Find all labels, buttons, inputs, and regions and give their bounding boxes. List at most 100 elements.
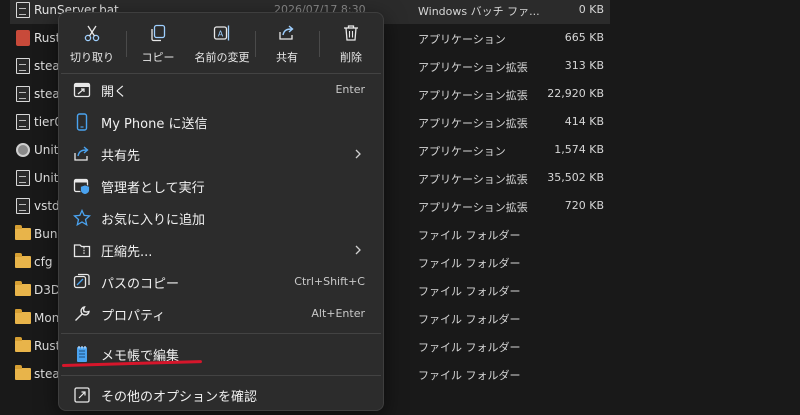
file-name: Mon <box>34 311 60 325</box>
chevron-right-icon <box>355 149 361 159</box>
menu-item-share-to[interactable]: 共有先 <box>63 139 379 169</box>
menu-item-send-to-phone[interactable]: My Phone に送信 <box>63 107 379 137</box>
menu-item-run-as-admin[interactable]: 管理者として実行 <box>63 171 379 201</box>
file-type: ファイル フォルダー <box>418 285 521 298</box>
menu-item-label: パスのコピー <box>101 277 180 292</box>
delete-label: 削除 <box>340 51 362 64</box>
file-name: stea <box>34 367 60 381</box>
copy-label: コピー <box>141 51 175 64</box>
file-size: 22,920 KB <box>547 87 604 100</box>
context-menu: 切り取り コピー A 名前の変更 共有 削除 開く Enter My Phone… <box>58 12 384 411</box>
rust-app-icon <box>16 30 30 46</box>
dll-file-icon <box>16 170 30 186</box>
dll-file-icon <box>16 198 30 214</box>
chevron-right-icon <box>355 245 361 255</box>
divider <box>61 333 381 334</box>
unity-app-icon <box>16 143 30 157</box>
file-name: Unit <box>34 171 59 185</box>
menu-item-label: 開く <box>101 85 128 100</box>
file-type: ファイル フォルダー <box>418 369 521 382</box>
file-name: D3D <box>34 283 61 297</box>
file-type: Windows バッチ ファ... <box>418 5 540 18</box>
file-size: 665 KB <box>564 31 604 44</box>
divider <box>61 375 381 376</box>
folder-icon <box>15 309 31 324</box>
file-type: ファイル フォルダー <box>418 341 521 354</box>
notepad-icon <box>77 346 87 362</box>
file-type: ファイル フォルダー <box>418 229 521 242</box>
file-size: 0 KB <box>578 3 604 16</box>
file-type: アプリケーション拡張 <box>418 201 528 214</box>
share-button[interactable]: 共有 <box>256 19 318 69</box>
menu-item-label: お気に入りに追加 <box>101 213 206 228</box>
cut-label: 切り取り <box>70 51 114 64</box>
file-name: stea <box>34 87 60 101</box>
file-size: 313 KB <box>564 59 604 72</box>
copy-icon <box>151 24 166 42</box>
menu-item-add-favorite[interactable]: お気に入りに追加 <box>63 203 379 233</box>
dll-file-icon <box>16 114 30 130</box>
menu-item-label: その他のオプションを確認 <box>101 390 258 405</box>
folder-icon <box>15 337 31 352</box>
rename-icon: A <box>213 25 230 41</box>
file-name: Unit <box>34 143 59 157</box>
file-type: アプリケーション <box>418 145 506 158</box>
menu-item-more-options[interactable]: その他のオプションを確認 <box>63 380 379 410</box>
file-type: アプリケーション <box>418 33 506 46</box>
file-type: アプリケーション拡張 <box>418 61 528 74</box>
file-name: Rust <box>34 31 61 45</box>
dll-file-icon <box>16 86 30 102</box>
file-type: ファイル フォルダー <box>418 313 521 326</box>
copy-button[interactable]: コピー <box>127 19 189 69</box>
svg-text:A: A <box>218 30 224 39</box>
open-window-icon <box>73 82 91 98</box>
menu-item-shortcut: Ctrl+Shift+C <box>294 275 365 288</box>
folder-icon <box>15 281 31 296</box>
zip-folder-icon <box>73 244 91 258</box>
file-type: アプリケーション拡張 <box>418 173 528 186</box>
file-size: 35,502 KB <box>547 171 604 184</box>
share-label: 共有 <box>276 51 298 64</box>
trash-icon <box>344 25 358 41</box>
file-type: アプリケーション拡張 <box>418 117 528 130</box>
file-size: 1,574 KB <box>554 143 604 156</box>
shield-admin-icon <box>73 178 90 195</box>
menu-item-open[interactable]: 開く Enter <box>63 75 379 105</box>
menu-item-label: 圧縮先... <box>101 245 153 260</box>
file-size: 720 KB <box>564 199 604 212</box>
menu-item-shortcut: Alt+Enter <box>311 307 365 320</box>
folder-icon <box>15 253 31 268</box>
menu-item-label: 共有先 <box>101 149 141 164</box>
menu-item-properties[interactable]: プロパティ Alt+Enter <box>63 299 379 329</box>
phone-icon <box>76 113 88 131</box>
file-name: Bun <box>34 227 58 241</box>
file-name: cfg <box>34 255 53 269</box>
file-size: 414 KB <box>564 115 604 128</box>
menu-item-shortcut: Enter <box>335 83 365 96</box>
copy-path-icon <box>73 273 90 289</box>
rename-label: 名前の変更 <box>194 51 250 64</box>
menu-item-label: My Phone に送信 <box>101 117 208 132</box>
share-icon <box>279 25 294 40</box>
scissors-icon <box>84 25 100 42</box>
folder-icon <box>15 225 31 240</box>
menu-item-copy-path[interactable]: パスのコピー Ctrl+Shift+C <box>63 267 379 297</box>
wrench-icon <box>75 306 90 321</box>
quick-action-bar: 切り取り コピー A 名前の変更 共有 削除 <box>59 13 383 71</box>
delete-button[interactable]: 削除 <box>320 19 382 69</box>
folder-icon <box>15 365 31 380</box>
file-name: vstd <box>34 199 60 213</box>
file-type: アプリケーション拡張 <box>418 89 528 102</box>
menu-item-label: 管理者として実行 <box>101 181 205 196</box>
rename-button[interactable]: A 名前の変更 <box>191 19 253 69</box>
dll-file-icon <box>16 58 30 74</box>
divider <box>61 73 381 74</box>
menu-item-compress-to[interactable]: 圧縮先... <box>63 235 379 265</box>
share-to-icon <box>74 146 89 161</box>
file-name: stea <box>34 59 60 73</box>
file-name: Rust <box>34 339 61 353</box>
file-type: ファイル フォルダー <box>418 257 521 270</box>
menu-item-label: プロパティ <box>101 309 166 324</box>
batch-file-icon <box>16 2 30 18</box>
cut-button[interactable]: 切り取り <box>61 19 123 69</box>
